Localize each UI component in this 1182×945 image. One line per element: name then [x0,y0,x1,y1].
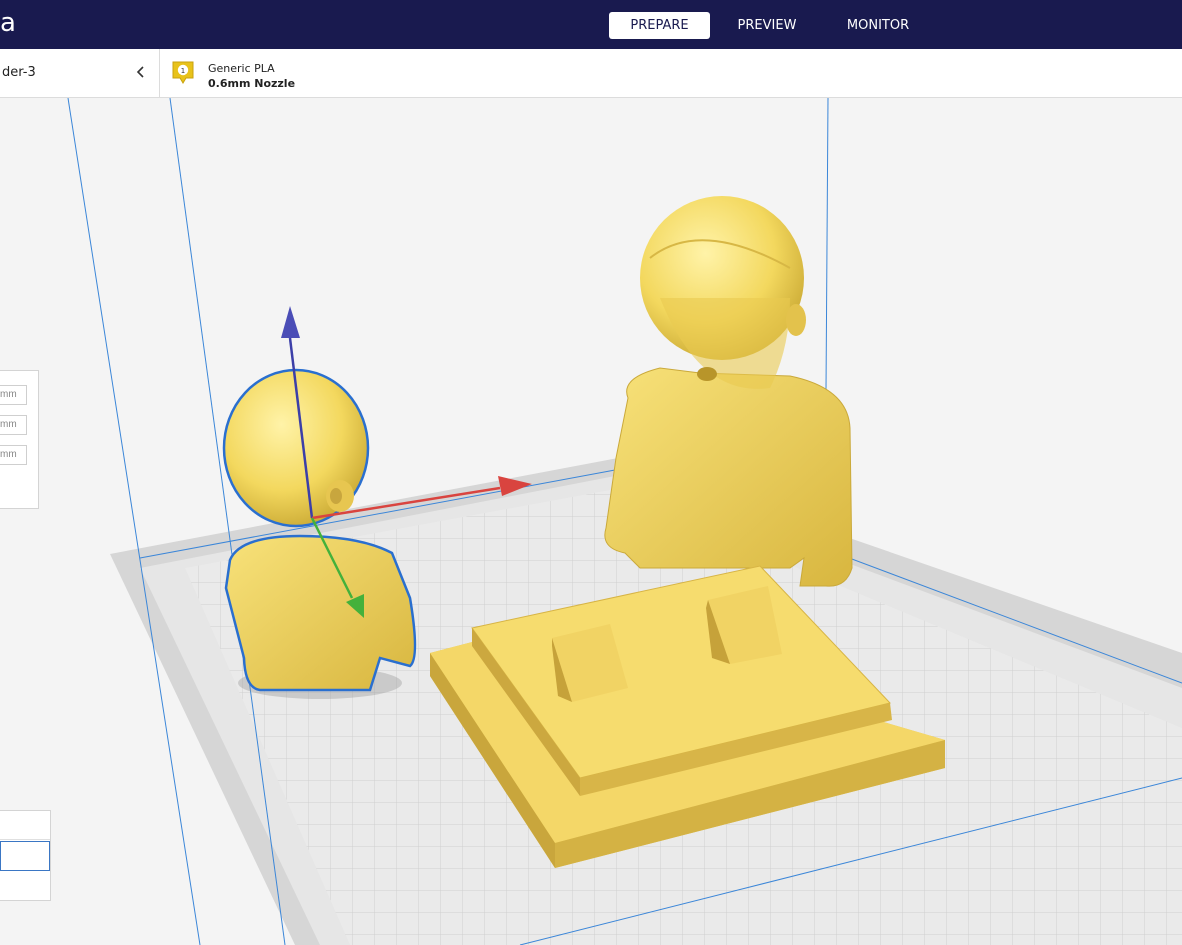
header-bar: a PREPARE PREVIEW MONITOR [0,0,1182,49]
y-unit: mm [0,419,17,430]
x-unit: mm [0,389,17,400]
z-unit: mm [0,449,17,460]
material-label: Generic PLA [208,62,275,75]
z-position-field[interactable]: mm [0,445,27,465]
print-setup-toolbar: der-3 1 Generic PLA 0.6mm Nozzle [0,49,1182,98]
x-position-field[interactable]: mm [0,385,27,405]
tab-monitor[interactable]: MONITOR [835,12,921,39]
tab-preview[interactable]: PREVIEW [727,12,807,39]
move-tool-panel: mm mm mm [0,370,39,509]
nozzle-label: 0.6mm Nozzle [208,77,296,90]
axis-z-arrow-icon[interactable] [281,306,300,338]
extruder-badge-icon: 1 [172,61,194,84]
printer-name: der-3 [2,65,36,80]
object-list-item-selected[interactable] [0,841,50,871]
extruder-number: 1 [181,67,185,75]
printer-selector[interactable]: der-3 [0,49,160,97]
object-list-item[interactable] [0,811,50,840]
y-position-field[interactable]: mm [0,415,27,435]
tab-prepare[interactable]: PREPARE [609,12,710,39]
app-logo: a [0,8,16,38]
model-large-bust[interactable] [604,196,853,587]
object-list-item[interactable] [0,871,50,899]
chevron-left-icon[interactable] [134,65,148,79]
3d-viewport[interactable]: mm mm mm [0,98,1182,945]
object-list-panel [0,810,51,901]
